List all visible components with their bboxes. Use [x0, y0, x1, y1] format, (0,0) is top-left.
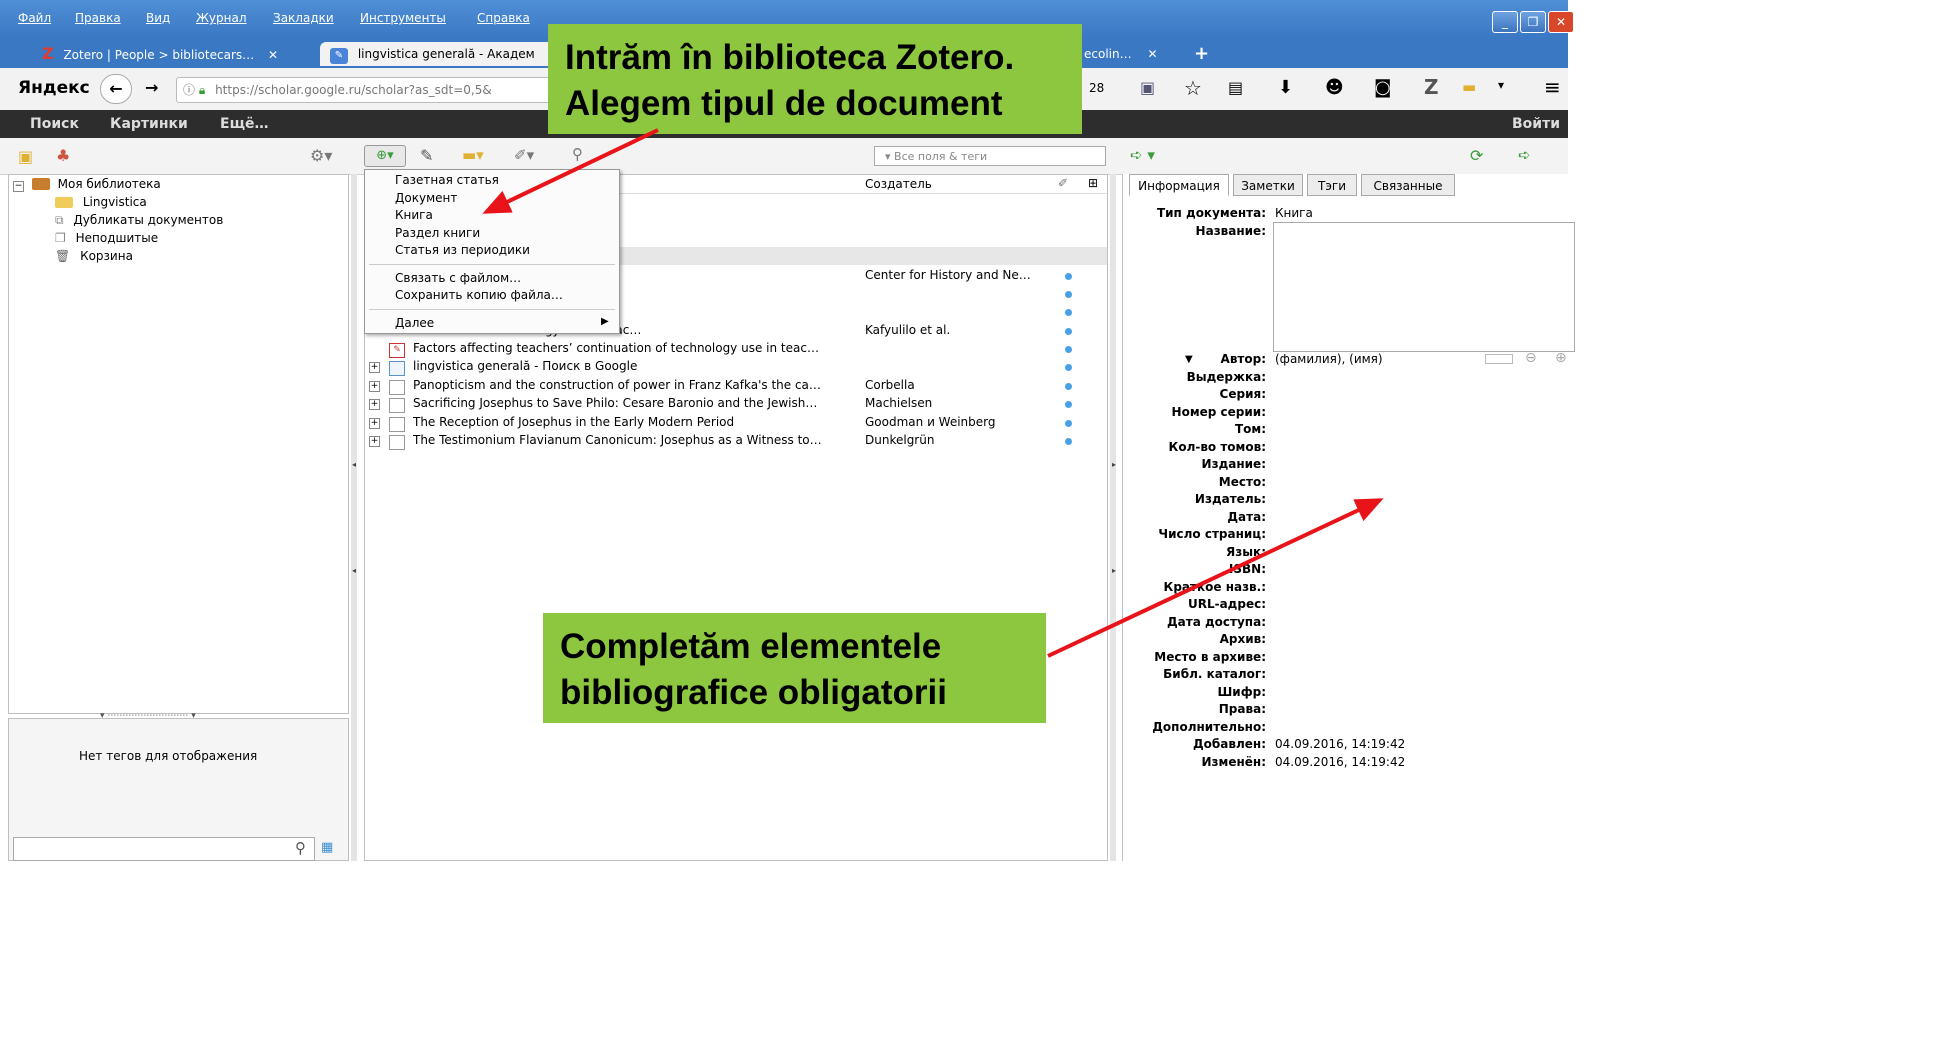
annotation-arrows — [482, 128, 1384, 658]
arrow-to-fields — [1047, 498, 1384, 658]
arrow-to-book-item — [482, 128, 659, 214]
